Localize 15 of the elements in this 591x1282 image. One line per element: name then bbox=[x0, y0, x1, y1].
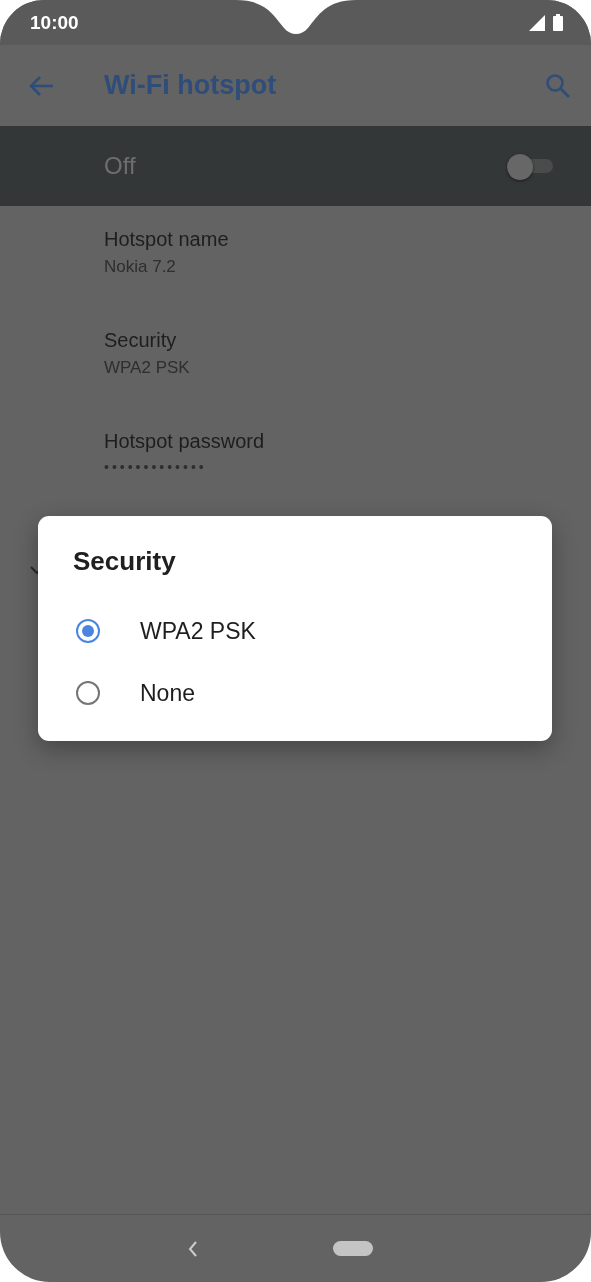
status-time: 10:00 bbox=[30, 11, 79, 34]
signal-icon bbox=[529, 14, 545, 31]
setting-title[interactable]: Hotspot password bbox=[104, 430, 591, 453]
setting-value: ••••••••••••• bbox=[104, 459, 208, 475]
radio-button[interactable] bbox=[76, 619, 100, 643]
home-pill[interactable] bbox=[333, 1241, 373, 1256]
back-icon[interactable] bbox=[188, 1240, 198, 1257]
setting-title[interactable]: Security bbox=[104, 329, 591, 352]
switch-label: Off bbox=[104, 152, 136, 180]
radio-button[interactable] bbox=[76, 681, 100, 705]
dialog-title: Security bbox=[73, 546, 177, 577]
setting-title[interactable]: Hotspot name bbox=[104, 228, 591, 251]
battery-icon bbox=[553, 14, 563, 31]
option-label[interactable]: WPA2 PSK bbox=[140, 617, 256, 645]
option-label[interactable]: None bbox=[140, 679, 195, 707]
